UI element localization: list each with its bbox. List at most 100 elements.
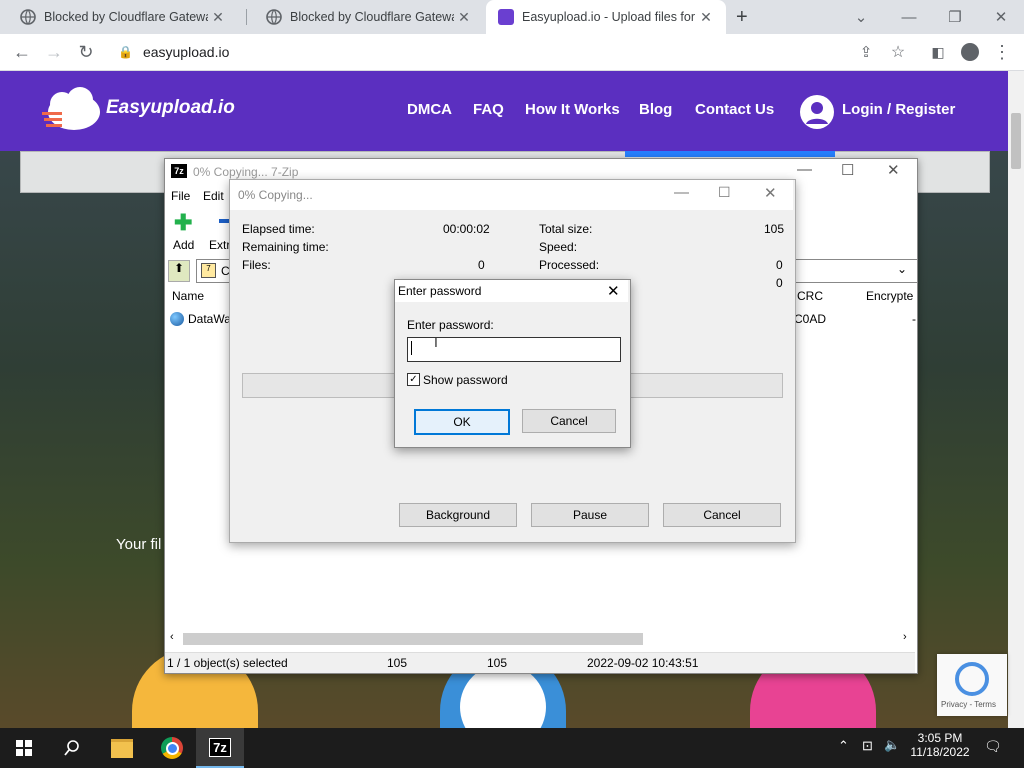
ibeam-cursor-icon: I [434,334,438,350]
nav-login-register[interactable]: Login / Register [842,101,955,118]
processed-value: 0 [776,258,783,272]
tab-title: Easyupload.io - Upload files for f [522,10,696,24]
user-avatar-icon[interactable] [800,95,834,129]
pause-button[interactable]: Pause [531,503,649,527]
copy-maximize-icon[interactable]: ☐ [718,184,731,201]
url-text: easyupload.io [142,44,230,60]
ok-button[interactable]: OK [414,409,510,435]
archive-icon: 7 [201,263,216,278]
total-size-label: Total size: [539,222,593,236]
toolbar-extract[interactable]: Extr [209,238,230,252]
lock-icon: 🔒 [118,45,133,59]
clock-date: 11/18/2022 [910,745,970,759]
column-crc[interactable]: CRC [797,289,823,303]
share-icon[interactable]: ⇪ [850,34,882,70]
copy-cancel-button[interactable]: Cancel [663,503,781,527]
show-password-checkbox[interactable]: ✓ [407,373,420,386]
show-password-label[interactable]: Show password [423,373,508,387]
minimize-icon[interactable]: — [886,0,932,34]
sevenzip-taskbar-icon[interactable]: 7z [196,728,244,768]
new-tab-icon[interactable]: + [736,6,748,29]
files-label: Files: [242,258,271,272]
remaining-label: Remaining time: [242,240,329,254]
network-icon[interactable]: ⊡ [862,738,873,754]
processed-label: Processed: [539,258,600,272]
restore-icon[interactable]: ❐ [932,0,978,34]
profile-icon[interactable] [954,34,986,70]
toolbar-add[interactable]: Add [173,238,194,252]
column-encrypted[interactable]: Encrypte [866,289,913,303]
chrome-icon[interactable] [148,728,196,768]
background-button[interactable]: Background [399,503,517,527]
sevenzip-close-icon[interactable]: ✕ [887,161,900,179]
globe-icon [20,9,36,25]
menu-edit[interactable]: Edit [203,189,224,203]
tab-title: Blocked by Cloudflare Gateway [44,10,208,24]
sevenzip-minimize-icon[interactable]: — [797,161,812,178]
status-packed: 105 [487,656,508,670]
recaptcha-icon [955,662,989,696]
forward-icon[interactable]: → [38,34,70,70]
nav-how-it-works[interactable]: How It Works [525,101,620,118]
clock[interactable]: 3:05 PM 11/18/2022 [910,731,970,759]
your-files-text: Your fil [116,536,162,553]
add-plus-icon[interactable]: ✚ [174,212,192,234]
up-folder-icon[interactable]: ⬆ [168,260,190,282]
status-modified: 2022-09-02 10:43:51 [587,656,699,670]
nav-faq[interactable]: FAQ [473,101,504,118]
browser-tab-active[interactable]: Easyupload.io - Upload files for f ✕ [486,0,726,34]
nav-contact-us[interactable]: Contact Us [695,101,774,118]
menu-file[interactable]: File [171,189,190,203]
page-scrollbar[interactable] [1008,71,1024,730]
sevenzip-icon: 7z [171,164,187,178]
tab-close-icon[interactable]: ✕ [454,9,474,26]
tab-close-icon[interactable]: ✕ [208,9,228,26]
nav-blog[interactable]: Blog [639,101,672,118]
tab-close-icon[interactable]: ✕ [696,9,716,26]
browser-tab[interactable]: Blocked by Cloudflare Gateway ✕ [246,0,484,34]
sevenzip-maximize-icon[interactable]: ☐ [841,161,854,179]
recaptcha-badge[interactable]: Privacy - Terms [937,654,1007,716]
cloud-logo-icon[interactable] [40,84,104,136]
password-close-icon[interactable]: ✕ [607,282,620,300]
side-panel-icon[interactable]: ◧ [922,34,954,70]
file-row-name[interactable]: DataWa [188,312,231,326]
address-bar[interactable]: 🔒 easyupload.io [104,39,844,65]
upload-button-edge[interactable] [625,151,835,157]
password-input[interactable] [407,337,621,362]
extract-minus-icon[interactable] [219,219,229,223]
window-close-icon[interactable]: ✕ [978,0,1024,34]
globe-icon [266,9,282,25]
scroll-left-icon[interactable]: ‹ [170,631,174,643]
copy-minimize-icon[interactable]: — [674,184,689,201]
password-cancel-button[interactable]: Cancel [522,409,616,433]
column-name[interactable]: Name [172,289,204,303]
reload-icon[interactable]: ↻ [70,34,102,70]
tab-search-icon[interactable]: ⌄ [838,0,884,34]
total-size-value: 105 [764,222,785,236]
menu-kebab-icon[interactable]: ⋮ [986,34,1018,70]
nav-dmca[interactable]: DMCA [407,101,452,118]
file-row-encrypted: - [912,312,916,326]
file-explorer-icon[interactable] [98,728,146,768]
notifications-icon[interactable]: 🗨 [984,738,1002,755]
file-row-crc: C0AD [794,312,827,326]
scroll-right-icon[interactable]: › [903,631,907,643]
tray-chevron-icon[interactable]: ⌃ [838,738,849,754]
path-dropdown-icon[interactable]: ⌄ [897,262,907,276]
copy-close-icon[interactable]: ✕ [764,184,777,202]
horizontal-scrollbar[interactable]: ‹ › [165,631,915,647]
status-selected: 1 / 1 object(s) selected [167,656,288,670]
clock-time: 3:05 PM [917,731,963,745]
windows-start-icon[interactable] [0,728,48,768]
browser-tab[interactable]: Blocked by Cloudflare Gateway ✕ [0,0,238,34]
status-bar: 1 / 1 object(s) selected 105 105 2022-09… [165,652,915,673]
volume-icon[interactable]: 🔈 [884,737,900,753]
bookmark-star-icon[interactable]: ☆ [882,34,914,70]
search-icon[interactable] [48,728,96,768]
sevenzip-title: 0% Copying... 7-Zip [193,165,299,179]
site-logo[interactable]: Easyupload.io [106,97,235,119]
recaptcha-terms[interactable]: Privacy - Terms [941,700,996,709]
back-icon[interactable]: ← [6,34,38,70]
files-value: 0 [478,258,485,272]
